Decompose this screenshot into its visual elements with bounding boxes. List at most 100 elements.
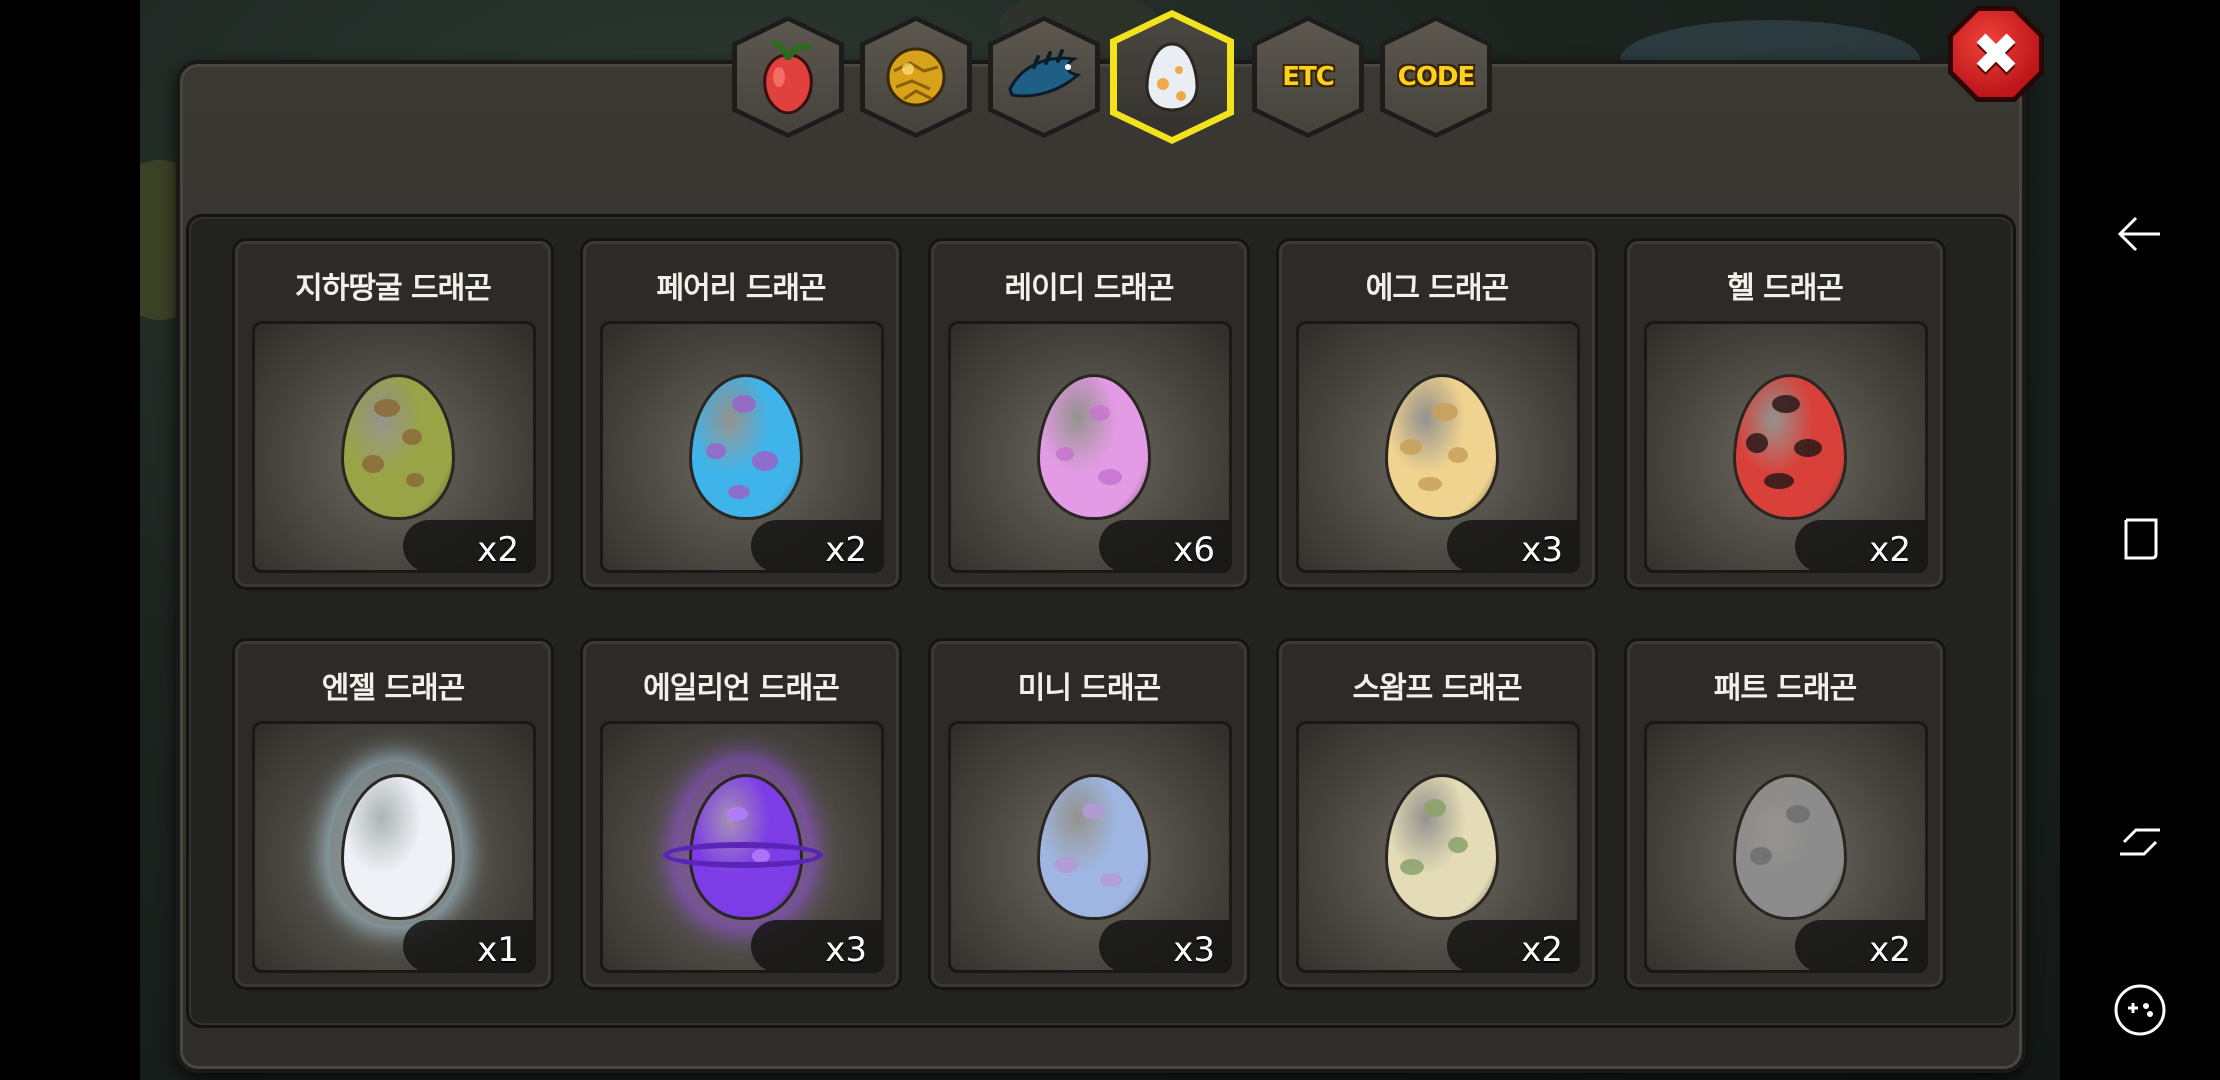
egg-card[interactable]: 레이디 드래곤 x6 xyxy=(928,238,1250,590)
fruit-icon xyxy=(763,40,813,115)
back-icon xyxy=(2117,216,2160,252)
egg-spot xyxy=(1794,439,1822,457)
egg-spot xyxy=(732,395,756,413)
egg-spot xyxy=(1424,799,1446,817)
system-navigation-bar xyxy=(2060,0,2220,1080)
egg-spot xyxy=(1772,395,1800,413)
egg-card-title: 패트 드래곤 xyxy=(1713,671,1857,706)
egg-spot xyxy=(1098,469,1122,485)
home-icon xyxy=(2120,828,2160,856)
egg-card-title: 엔젤 드래곤 xyxy=(321,671,465,706)
egg-spot xyxy=(1448,837,1468,853)
egg-image-frame: x6 xyxy=(948,321,1232,573)
egg-spot xyxy=(706,443,726,459)
egg-count: x1 xyxy=(477,930,519,970)
egg-card[interactable]: 엔젤 드래곤 x1 xyxy=(232,638,554,990)
egg-card[interactable]: 헬 드래곤 x2 xyxy=(1624,238,1946,590)
recents-button[interactable] xyxy=(2100,498,2180,578)
egg-spot xyxy=(1750,847,1772,865)
egg-icon xyxy=(1145,42,1199,112)
egg-card-title: 페어리 드래곤 xyxy=(656,271,826,306)
egg-icon xyxy=(341,374,455,520)
egg-spot xyxy=(726,807,748,821)
egg-icon xyxy=(1037,774,1151,920)
egg-image-frame: x2 xyxy=(252,321,536,573)
count-badge: x2 xyxy=(403,520,533,570)
dragon-icon xyxy=(1008,49,1082,98)
egg-spot xyxy=(1054,857,1078,873)
count-badge: x3 xyxy=(751,920,881,970)
egg-card[interactable]: 지하땅굴 드래곤 x2 xyxy=(232,238,554,590)
egg-card-title: 에그 드래곤 xyxy=(1365,271,1509,306)
egg-count: x2 xyxy=(1869,530,1911,570)
egg-spot xyxy=(1432,403,1458,421)
egg-count: x2 xyxy=(1521,930,1563,970)
gold-icon xyxy=(886,47,946,107)
egg-image-frame: x3 xyxy=(1296,321,1580,573)
egg-spot xyxy=(402,429,422,445)
count-badge: x2 xyxy=(1795,520,1925,570)
egg-count: x2 xyxy=(825,530,867,570)
egg-icon xyxy=(1733,374,1847,520)
egg-spot xyxy=(1764,473,1794,489)
egg-card[interactable]: 스왐프 드래곤 x2 xyxy=(1276,638,1598,990)
count-badge: x2 xyxy=(751,520,881,570)
egg-card[interactable]: 미니 드래곤 x3 xyxy=(928,638,1250,990)
egg-icon xyxy=(689,374,803,520)
egg-card[interactable]: 패트 드래곤 x2 xyxy=(1624,638,1946,990)
egg-image-frame: x3 xyxy=(600,721,884,973)
egg-card-title: 레이디 드래곤 xyxy=(1004,271,1174,306)
egg-spot xyxy=(1100,873,1122,887)
egg-spot xyxy=(362,455,384,473)
egg-card-title: 에일리언 드래곤 xyxy=(643,671,840,706)
count-badge: x3 xyxy=(1447,520,1577,570)
egg-icon xyxy=(1385,374,1499,520)
count-badge: x2 xyxy=(1447,920,1577,970)
egg-spot xyxy=(1090,405,1110,421)
egg-card[interactable]: 에일리언 드래곤 x3 xyxy=(580,638,902,990)
egg-count: x3 xyxy=(1521,530,1563,570)
egg-spot xyxy=(1448,447,1468,463)
count-badge: x2 xyxy=(1795,920,1925,970)
tab-etc-label: ETC xyxy=(1282,62,1335,92)
egg-card-title: 스왐프 드래곤 xyxy=(1352,671,1522,706)
egg-spot xyxy=(752,451,778,471)
egg-image-frame: x2 xyxy=(1644,321,1928,573)
egg-icon xyxy=(1733,774,1847,920)
egg-card-title: 지하땅굴 드래곤 xyxy=(295,271,492,306)
recents-icon xyxy=(2124,518,2158,560)
egg-image-frame: x1 xyxy=(252,721,536,973)
egg-spot xyxy=(1400,439,1422,455)
egg-spot xyxy=(406,473,424,487)
egg-spot xyxy=(1056,447,1074,461)
count-badge: x3 xyxy=(1099,920,1229,970)
egg-icon xyxy=(1037,374,1151,520)
game-launcher-button[interactable] xyxy=(2100,970,2180,1050)
planet-ring xyxy=(663,842,823,868)
egg-spot xyxy=(1746,433,1768,453)
egg-card[interactable]: 에그 드래곤 x3 xyxy=(1276,238,1598,590)
egg-card[interactable]: 페어리 드래곤 x2 xyxy=(580,238,902,590)
egg-image-frame: x2 xyxy=(1296,721,1580,973)
game-launcher-icon xyxy=(2114,984,2166,1036)
count-badge: x1 xyxy=(403,920,533,970)
egg-count: x6 xyxy=(1173,530,1215,570)
egg-image-frame: x2 xyxy=(600,321,884,573)
egg-card-title: 미니 드래곤 xyxy=(1017,671,1161,706)
egg-spot xyxy=(1786,805,1810,823)
count-badge: x6 xyxy=(1099,520,1229,570)
egg-count: x3 xyxy=(1173,930,1215,970)
egg-spot xyxy=(1418,477,1442,491)
egg-spot xyxy=(1082,803,1104,819)
egg-image-frame: x2 xyxy=(1644,721,1928,973)
egg-count: x2 xyxy=(477,530,519,570)
egg-spot xyxy=(1400,859,1424,875)
egg-spot xyxy=(728,485,750,499)
close-button[interactable]: ✖ xyxy=(1948,6,2044,102)
back-button[interactable] xyxy=(2100,194,2180,274)
egg-icon xyxy=(1385,774,1499,920)
egg-count: x3 xyxy=(825,930,867,970)
egg-card-title: 헬 드래곤 xyxy=(1727,271,1844,306)
home-button[interactable] xyxy=(2100,802,2180,882)
egg-image-frame: x3 xyxy=(948,721,1232,973)
